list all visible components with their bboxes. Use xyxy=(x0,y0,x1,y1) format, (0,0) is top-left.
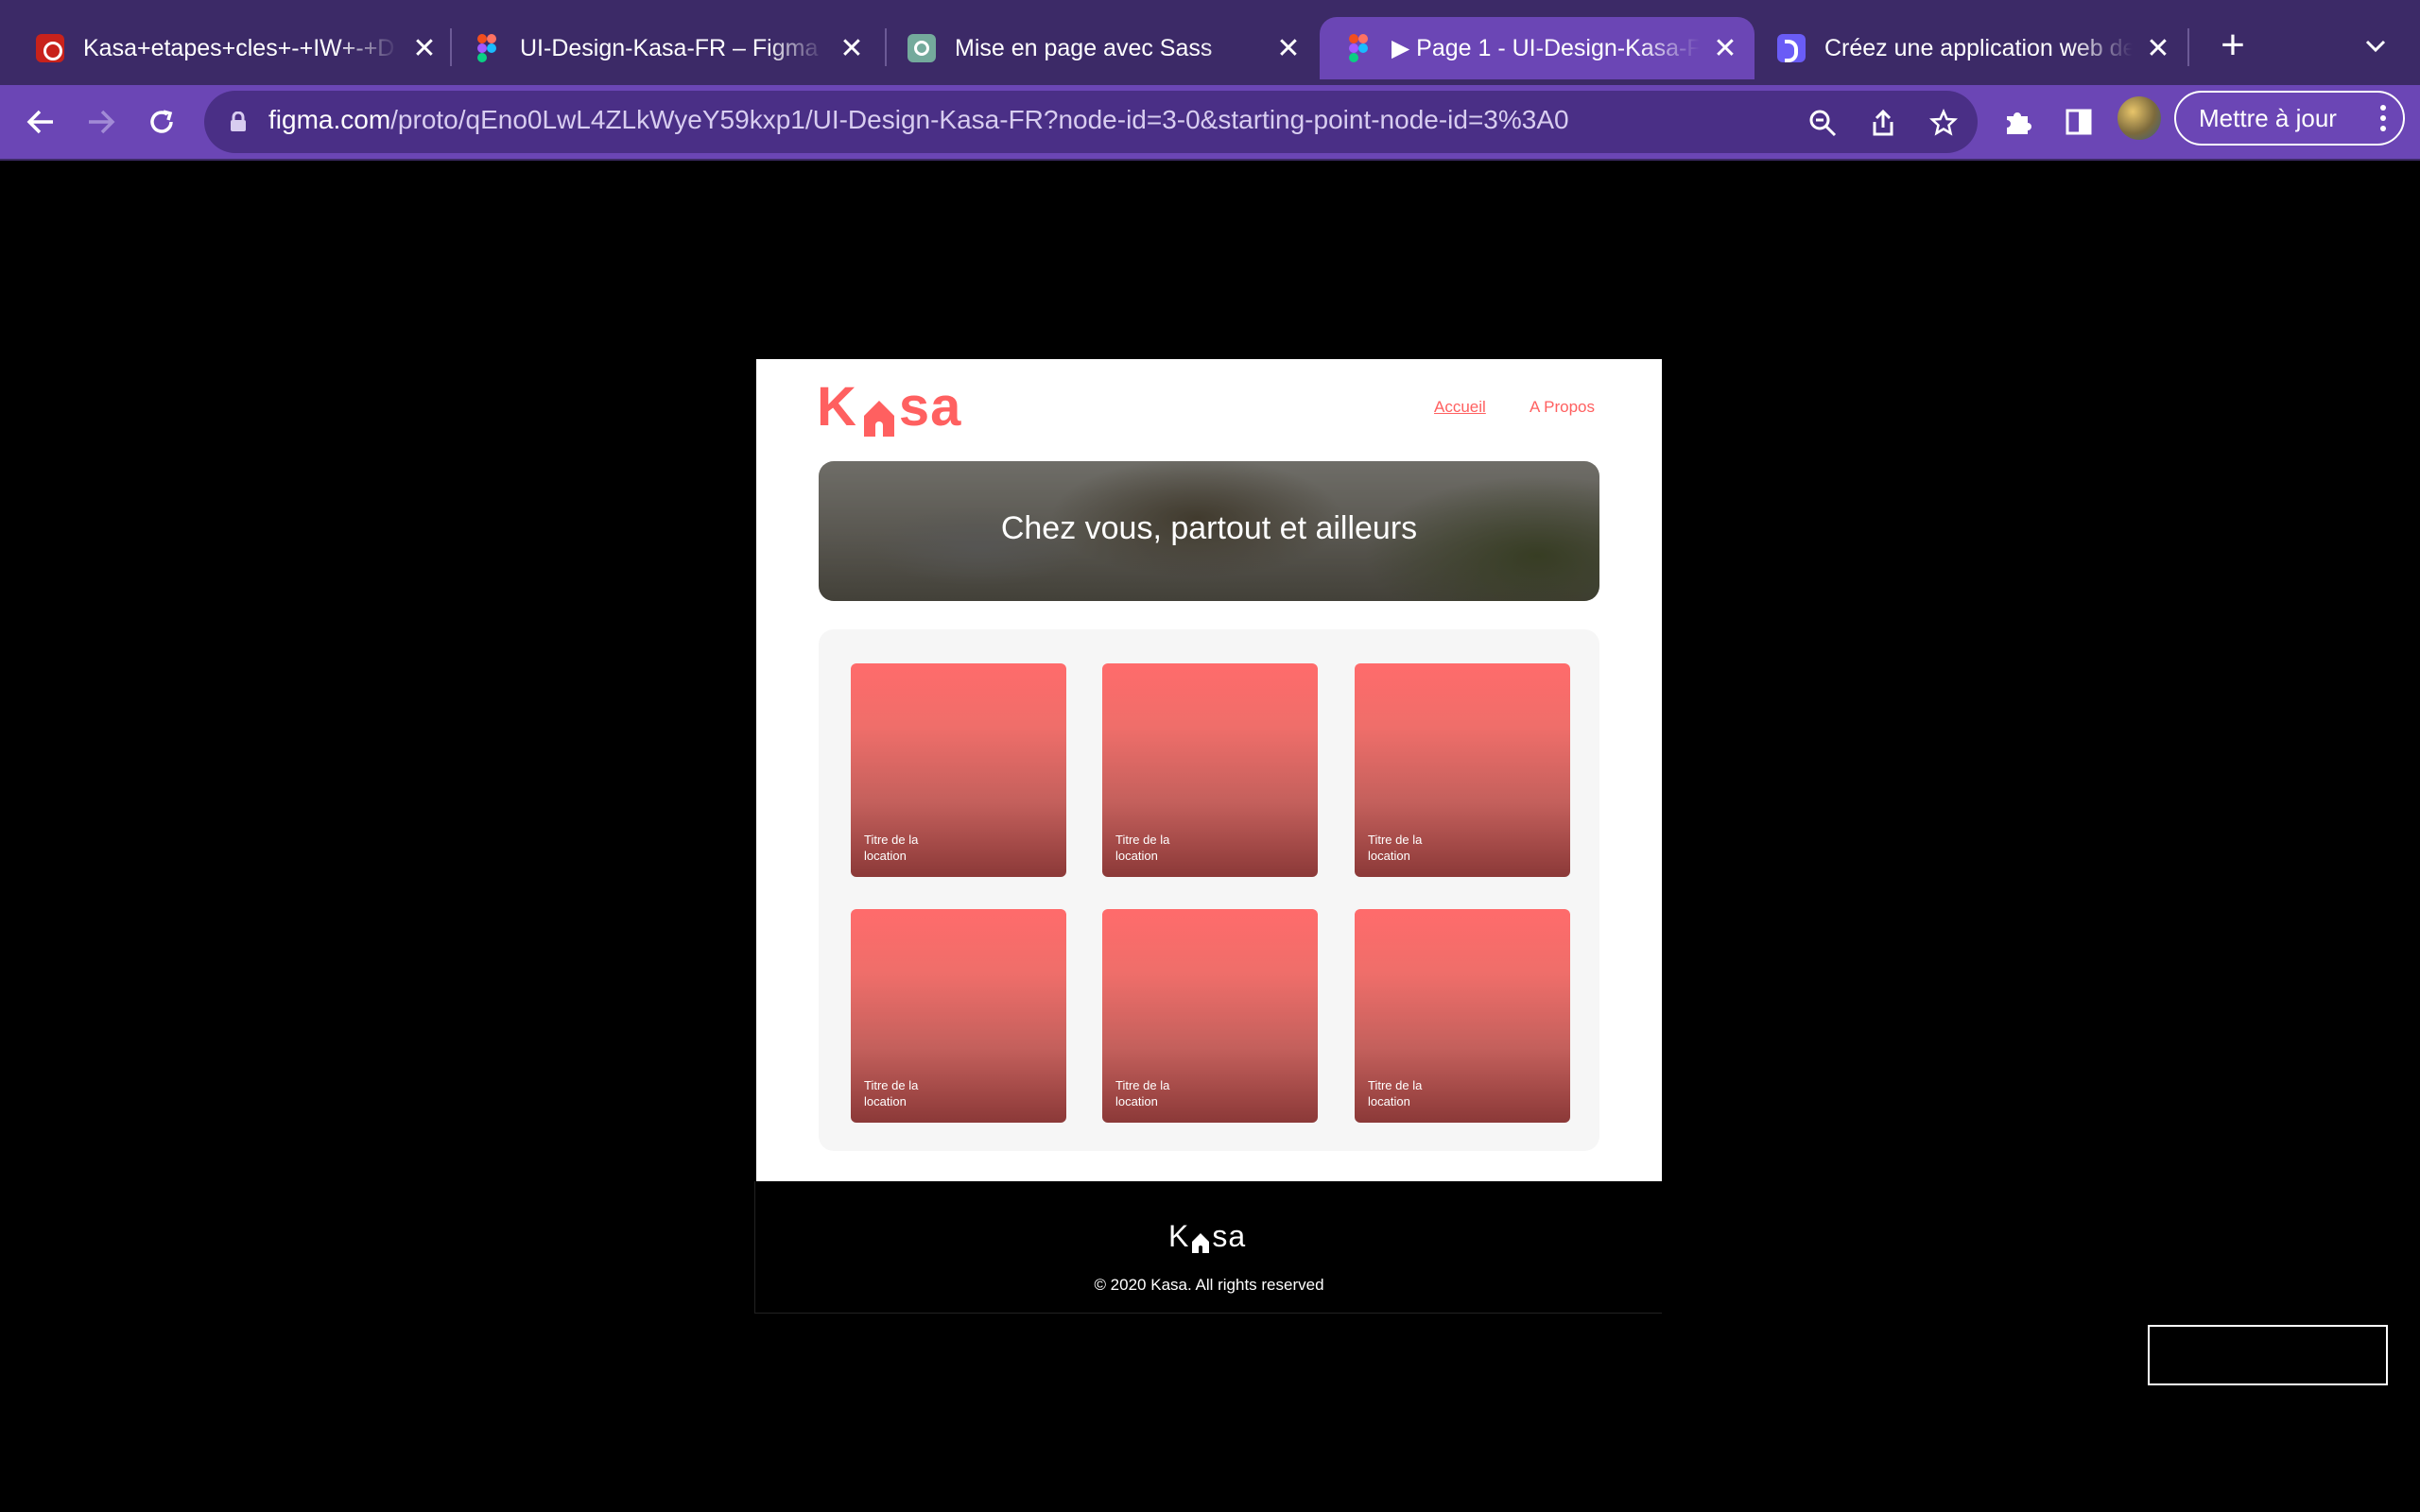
tab-kasa-pdf[interactable]: Kasa+etapes+cles+-+IW+-+D ✕ xyxy=(36,17,441,79)
zoom-icon[interactable] xyxy=(1804,104,1841,142)
reload-icon[interactable] xyxy=(138,98,185,146)
tab-label: Kasa+etapes+cles+-+IW+-+D xyxy=(83,34,395,61)
banner-title: Chez vous, partout et ailleurs xyxy=(1000,510,1418,546)
chevron-down-icon[interactable] xyxy=(2354,25,2397,68)
footer: © 2020 Kasa. All rights reserved xyxy=(756,0,1662,1512)
close-icon[interactable]: ✕ xyxy=(408,32,441,64)
figma-icon xyxy=(473,34,501,62)
more-vertical-icon[interactable] xyxy=(2380,104,2386,132)
close-icon[interactable]: ✕ xyxy=(2142,32,2174,64)
extensions-puzzle-icon[interactable] xyxy=(1996,100,2040,144)
update-button[interactable]: Mettre à jour xyxy=(2174,91,2405,146)
tab-openclassrooms[interactable]: Créez une application web de ✕ xyxy=(1777,17,2174,79)
back-arrow-icon[interactable] xyxy=(17,98,64,146)
tab-separator xyxy=(450,28,452,66)
openclassrooms-icon xyxy=(1777,34,1806,62)
new-tab-plus-icon[interactable]: + xyxy=(2210,22,2256,68)
forward-arrow-icon[interactable] xyxy=(78,98,125,146)
footer-copyright: © 2020 Kasa. All rights reserved xyxy=(1094,1276,1324,1294)
tab-separator xyxy=(2187,28,2189,66)
lock-icon xyxy=(231,112,246,131)
side-panel-icon[interactable] xyxy=(2057,100,2100,144)
share-icon[interactable] xyxy=(1864,104,1902,142)
close-icon[interactable]: ✕ xyxy=(1709,32,1741,64)
bookmark-star-icon[interactable] xyxy=(1925,104,1962,142)
pdf-icon xyxy=(36,34,64,62)
profile-avatar[interactable] xyxy=(2118,96,2161,140)
update-button-label: Mettre à jour xyxy=(2199,103,2337,132)
figma-overlay-box[interactable] xyxy=(2148,1325,2388,1385)
tab-label: Créez une application web de xyxy=(1824,34,2133,61)
